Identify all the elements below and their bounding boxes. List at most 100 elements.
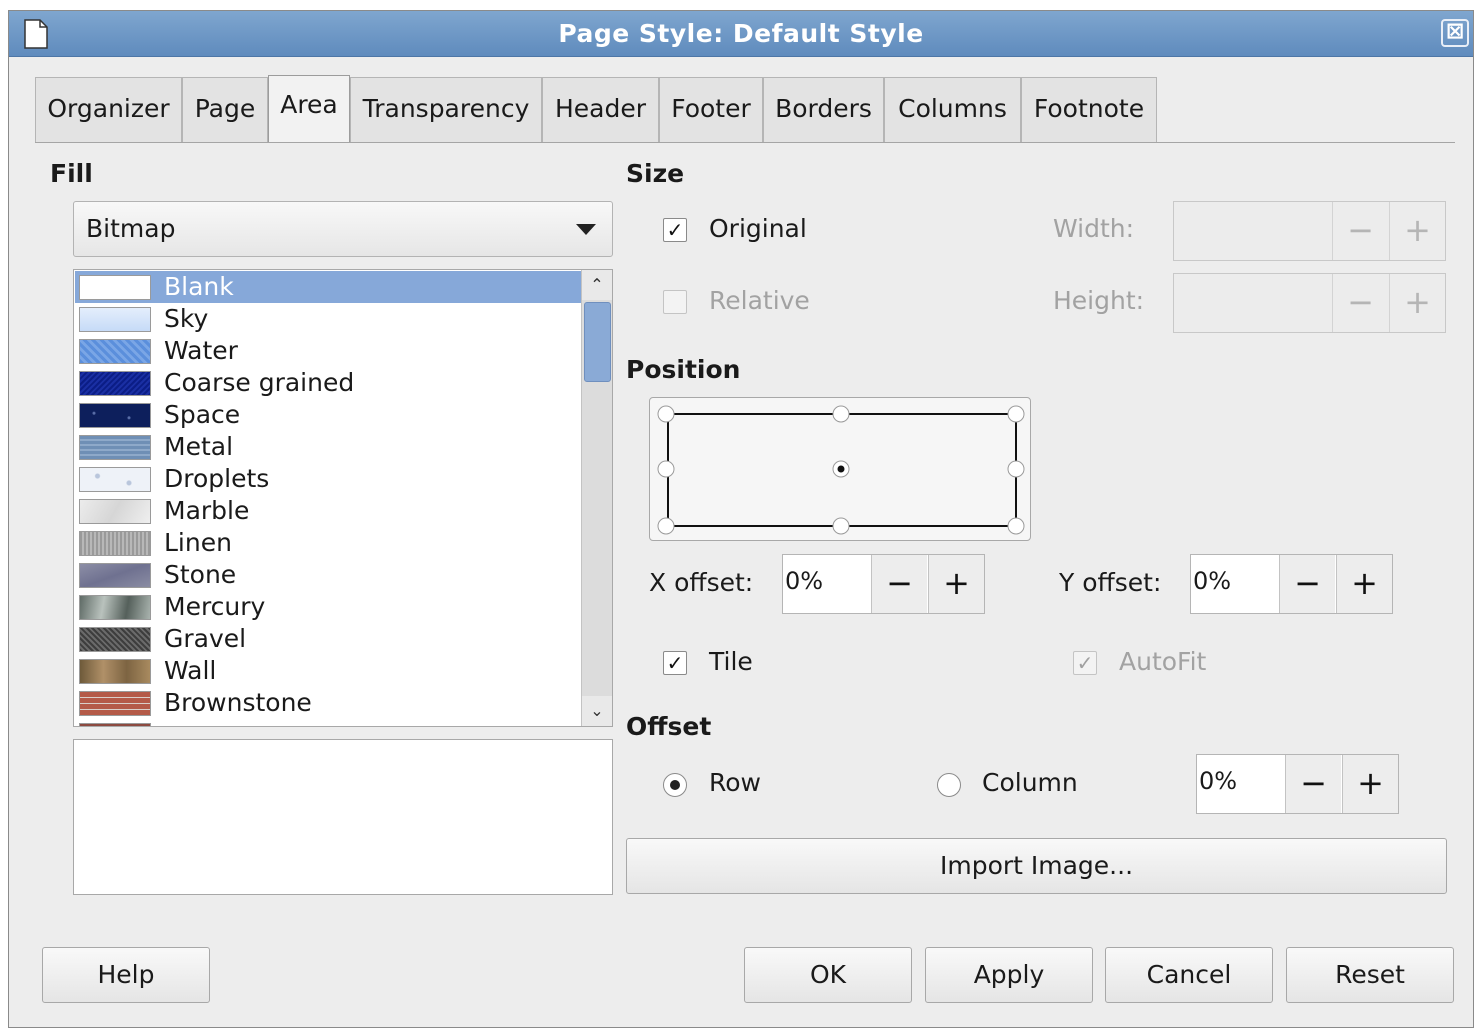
y-offset-label: Y offset:	[1059, 568, 1162, 597]
width-decrement-button[interactable]: −	[1332, 202, 1388, 260]
help-button[interactable]: Help	[42, 947, 210, 1003]
list-item[interactable]: Sky	[75, 303, 581, 335]
y-offset-value[interactable]: 0%	[1193, 567, 1231, 595]
width-increment-button[interactable]: +	[1389, 202, 1445, 260]
tab-transparency[interactable]: Transparency	[350, 77, 542, 143]
list-item[interactable]: Gravel	[75, 623, 581, 655]
y-offset-decrement-button[interactable]: −	[1279, 555, 1335, 613]
fill-type-dropdown[interactable]: Bitmap	[73, 201, 613, 257]
cancel-button[interactable]: Cancel	[1105, 947, 1273, 1003]
position-heading: Position	[626, 355, 741, 384]
column-radio[interactable]	[937, 773, 961, 797]
list-item[interactable]: Metal	[75, 431, 581, 463]
list-item[interactable]: Water	[75, 335, 581, 367]
position-selector[interactable]	[649, 397, 1031, 541]
bitmap-swatch	[79, 499, 151, 524]
tab-footer[interactable]: Footer	[659, 77, 763, 143]
list-item-label: Blank	[164, 272, 234, 301]
bitmap-swatch	[79, 531, 151, 556]
height-spinbox[interactable]: − +	[1173, 273, 1446, 333]
list-item-label: Sky	[164, 304, 209, 333]
bitmap-swatch	[79, 691, 151, 716]
title-bar: Page Style: Default Style ⊠	[9, 11, 1473, 57]
bitmap-swatch	[79, 435, 151, 460]
autofit-label: AutoFit	[1119, 647, 1207, 676]
height-decrement-button[interactable]: −	[1332, 274, 1388, 332]
height-label: Height:	[1053, 286, 1145, 315]
chevron-up-icon[interactable]: ⌃	[582, 270, 612, 300]
window-title: Page Style: Default Style	[558, 19, 924, 48]
tab-header[interactable]: Header	[542, 77, 659, 143]
original-checkbox[interactable]: ✓	[663, 218, 687, 242]
page-style-dialog: Page Style: Default Style ⊠ Organizer Pa…	[8, 10, 1474, 1028]
tab-area[interactable]: Area	[268, 75, 350, 143]
reset-button[interactable]: Reset	[1286, 947, 1454, 1003]
list-item-label: Linen	[164, 528, 232, 557]
tab-columns[interactable]: Columns	[884, 77, 1021, 143]
list-item-label: Water	[164, 336, 238, 365]
tab-page[interactable]: Page	[182, 77, 268, 143]
list-item[interactable]: Linen	[75, 527, 581, 559]
y-offset-spinbox[interactable]: 0% − +	[1190, 554, 1393, 614]
original-label: Original	[709, 214, 807, 243]
bitmap-swatch	[79, 595, 151, 620]
offset-value[interactable]: 0%	[1199, 767, 1237, 795]
apply-button[interactable]: Apply	[925, 947, 1093, 1003]
x-offset-spinbox[interactable]: 0% − +	[782, 554, 985, 614]
column-label: Column	[982, 768, 1078, 797]
offset-heading: Offset	[626, 712, 712, 741]
list-item[interactable]: Marble	[75, 495, 581, 527]
list-item[interactable]: Coarse grained	[75, 367, 581, 399]
ok-button[interactable]: OK	[744, 947, 912, 1003]
list-item-label: Space	[164, 400, 241, 429]
list-item[interactable]	[75, 719, 581, 726]
bitmap-swatch	[79, 339, 151, 364]
x-offset-value[interactable]: 0%	[785, 567, 823, 595]
width-label: Width:	[1053, 214, 1135, 243]
list-item[interactable]: Blank	[75, 271, 581, 303]
position-grid	[657, 405, 1025, 535]
width-spinbox[interactable]: − +	[1173, 201, 1446, 261]
list-item-label: Gravel	[164, 624, 247, 653]
tab-organizer[interactable]: Organizer	[35, 77, 182, 143]
chevron-down-icon	[576, 224, 596, 235]
list-item-label: Wall	[164, 656, 217, 685]
bitmap-swatch	[79, 723, 151, 726]
relative-label: Relative	[709, 286, 810, 315]
fill-type-value: Bitmap	[86, 214, 176, 243]
bitmap-list[interactable]: Blank Sky Water Coarse grained Space Met…	[73, 269, 613, 727]
list-item[interactable]: Wall	[75, 655, 581, 687]
autofit-checkbox[interactable]: ✓	[1073, 651, 1097, 675]
list-item[interactable]: Mercury	[75, 591, 581, 623]
list-item-label: Stone	[164, 560, 237, 589]
tab-footnote[interactable]: Footnote	[1021, 77, 1157, 143]
x-offset-increment-button[interactable]: +	[928, 555, 984, 613]
tab-borders[interactable]: Borders	[763, 77, 884, 143]
offset-increment-button[interactable]: +	[1342, 755, 1398, 813]
row-label: Row	[709, 768, 761, 797]
scrollbar-thumb[interactable]	[584, 302, 611, 382]
tile-checkbox[interactable]: ✓	[663, 651, 687, 675]
y-offset-increment-button[interactable]: +	[1336, 555, 1392, 613]
fill-heading: Fill	[50, 159, 93, 188]
chevron-down-icon[interactable]: ⌄	[582, 696, 612, 726]
list-item[interactable]: Space	[75, 399, 581, 431]
offset-decrement-button[interactable]: −	[1285, 755, 1341, 813]
bitmap-swatch	[79, 659, 151, 684]
bitmap-swatch	[79, 563, 151, 588]
import-image-button[interactable]: Import Image...	[626, 838, 1447, 894]
list-item-label: Brownstone	[164, 688, 312, 717]
list-item[interactable]: Droplets	[75, 463, 581, 495]
list-item[interactable]: Brownstone	[75, 687, 581, 719]
relative-checkbox[interactable]	[663, 290, 687, 314]
offset-spinbox[interactable]: 0% − +	[1196, 754, 1399, 814]
close-icon[interactable]: ⊠	[1441, 19, 1469, 47]
list-item[interactable]: Stone	[75, 559, 581, 591]
x-offset-decrement-button[interactable]: −	[871, 555, 927, 613]
tile-label: Tile	[709, 647, 753, 676]
row-radio[interactable]	[663, 773, 687, 797]
list-scrollbar[interactable]: ⌃ ⌄	[581, 270, 612, 726]
height-increment-button[interactable]: +	[1389, 274, 1445, 332]
tab-divider	[35, 142, 1455, 143]
list-item-label: Mercury	[164, 592, 266, 621]
